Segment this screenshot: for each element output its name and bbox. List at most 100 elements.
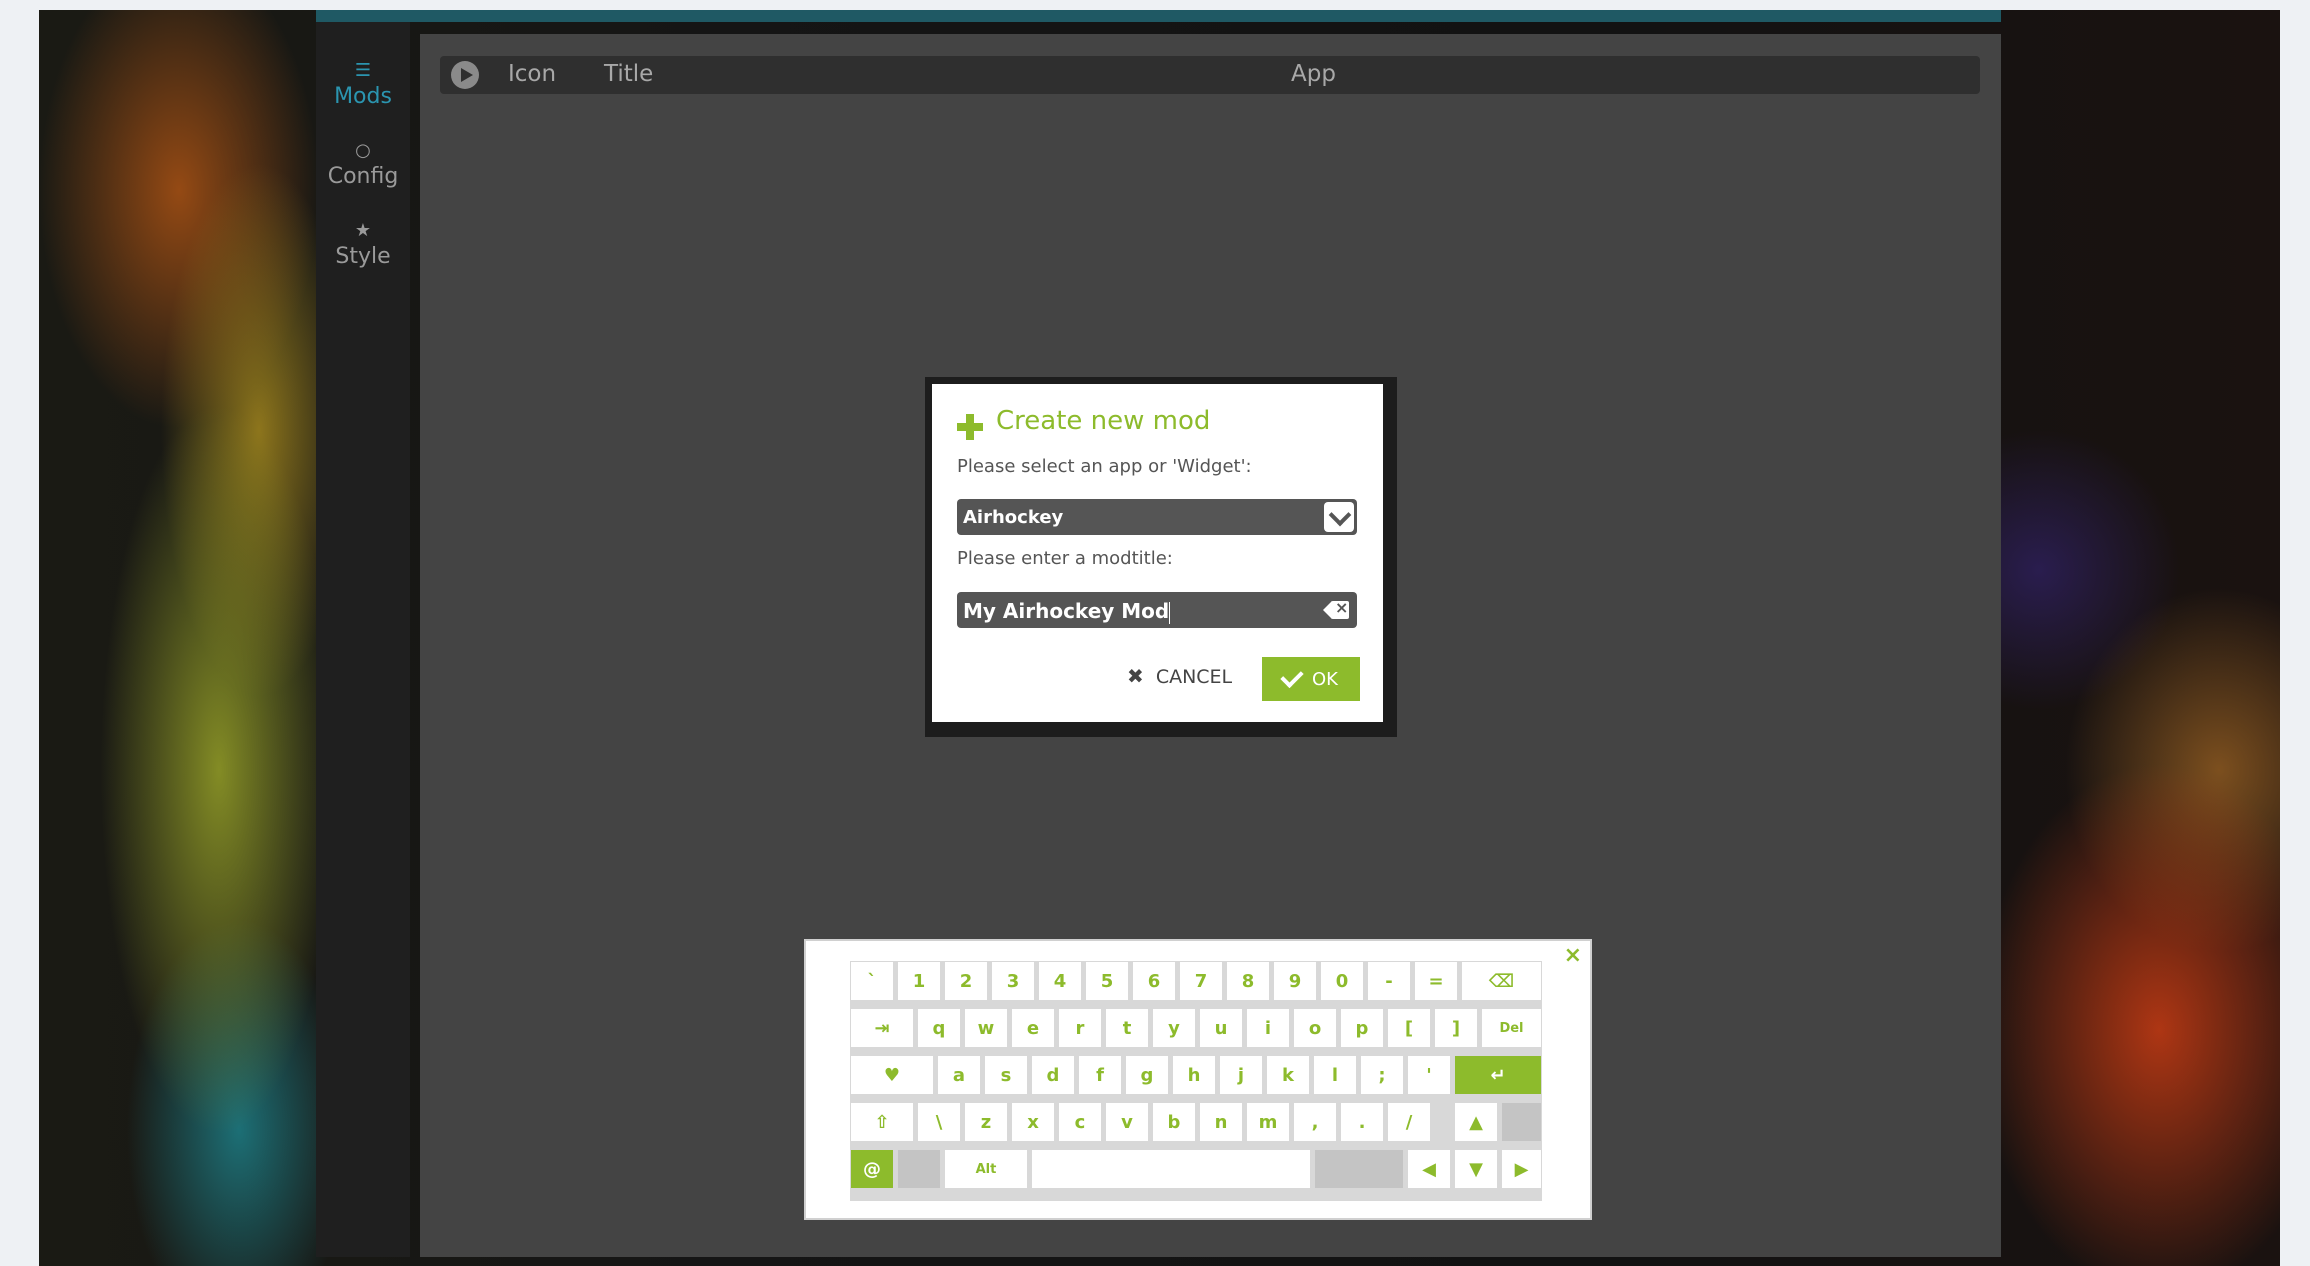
key-blank [1501, 1102, 1542, 1142]
key-right-bracket[interactable]: ] [1434, 1008, 1478, 1048]
key-semicolon[interactable]: ; [1360, 1055, 1404, 1095]
key-q[interactable]: q [917, 1008, 961, 1048]
key-h[interactable]: h [1172, 1055, 1216, 1095]
sidebar-item-style[interactable]: ★ Style [316, 220, 410, 269]
arrow-right-icon[interactable]: ▶ [1501, 1149, 1542, 1189]
key-z[interactable]: z [964, 1102, 1008, 1142]
key-period[interactable]: . [1340, 1102, 1384, 1142]
key-g[interactable]: g [1125, 1055, 1169, 1095]
key-e[interactable]: e [1011, 1008, 1055, 1048]
app-select[interactable]: Airhockey [957, 499, 1357, 535]
key-a[interactable]: a [937, 1055, 981, 1095]
key-quote[interactable]: ' [1407, 1055, 1451, 1095]
key-6[interactable]: 6 [1132, 961, 1176, 1001]
key-7[interactable]: 7 [1179, 961, 1223, 1001]
enter-icon[interactable]: ↵ [1454, 1055, 1542, 1095]
key-u[interactable]: u [1199, 1008, 1243, 1048]
top-strip [316, 10, 2001, 22]
gear-icon: ○ [355, 140, 371, 161]
sidebar-item-label: Config [327, 164, 399, 189]
key-d[interactable]: d [1031, 1055, 1075, 1095]
virtual-keyboard: × ` 1 2 3 4 5 6 7 8 9 0 - = ⌫ ⇥ q w e r … [804, 939, 1592, 1220]
shift-icon[interactable]: ⇧ [850, 1102, 914, 1142]
cancel-button[interactable]: ✖ CANCEL [1127, 664, 1232, 694]
key-4[interactable]: 4 [1038, 961, 1082, 1001]
key-1[interactable]: 1 [897, 961, 941, 1001]
key-backslash[interactable]: \ [917, 1102, 961, 1142]
sidebar-item-label: Mods [334, 84, 392, 109]
key-minus[interactable]: - [1367, 961, 1411, 1001]
key-backtick[interactable]: ` [850, 961, 894, 1001]
key-9[interactable]: 9 [1273, 961, 1317, 1001]
column-app[interactable]: App [1291, 61, 1336, 87]
arrow-up-icon[interactable]: ▲ [1454, 1102, 1498, 1142]
key-x[interactable]: x [1011, 1102, 1055, 1142]
sidebar-item-mods[interactable]: ☰ Mods [316, 60, 410, 109]
key-blank [1314, 1149, 1404, 1189]
close-keyboard-icon[interactable]: × [1564, 943, 1582, 968]
sidebar: ☰ Mods ○ Config ★ Style [316, 22, 410, 1257]
list-icon: ☰ [354, 60, 372, 81]
play-icon[interactable] [451, 61, 479, 89]
tab-icon[interactable]: ⇥ [850, 1008, 914, 1048]
check-icon [1280, 664, 1304, 689]
key-n[interactable]: n [1199, 1102, 1243, 1142]
key-v[interactable]: v [1105, 1102, 1149, 1142]
key-slash[interactable]: / [1387, 1102, 1431, 1142]
key-equals[interactable]: = [1414, 961, 1458, 1001]
key-t[interactable]: t [1105, 1008, 1149, 1048]
key-left-bracket[interactable]: [ [1387, 1008, 1431, 1048]
arrow-down-icon[interactable]: ▼ [1454, 1149, 1498, 1189]
key-r[interactable]: r [1058, 1008, 1102, 1048]
space-key[interactable] [1031, 1149, 1311, 1189]
key-m[interactable]: m [1246, 1102, 1290, 1142]
keyboard-keys: ` 1 2 3 4 5 6 7 8 9 0 - = ⌫ ⇥ q w e r t … [850, 961, 1542, 1201]
ok-button[interactable]: OK [1262, 657, 1360, 701]
key-blank [897, 1149, 941, 1189]
arrow-left-icon[interactable]: ◀ [1407, 1149, 1451, 1189]
key-i[interactable]: i [1246, 1008, 1290, 1048]
key-l[interactable]: l [1313, 1055, 1357, 1095]
table-header: Icon Title App [440, 56, 1980, 94]
at-key[interactable]: @ [850, 1149, 894, 1189]
dialog-title: Create new mod [996, 406, 1211, 436]
app-select-value: Airhockey [963, 507, 1064, 528]
cancel-label: CANCEL [1155, 666, 1233, 688]
column-icon[interactable]: Icon [508, 61, 556, 87]
key-c[interactable]: c [1058, 1102, 1102, 1142]
key-2[interactable]: 2 [944, 961, 988, 1001]
key-j[interactable]: j [1219, 1055, 1263, 1095]
key-w[interactable]: w [964, 1008, 1008, 1048]
clear-input-icon[interactable]: × [1323, 598, 1349, 619]
heart-icon[interactable]: ♥ [850, 1055, 934, 1095]
sidebar-item-config[interactable]: ○ Config [316, 140, 410, 189]
key-y[interactable]: y [1152, 1008, 1196, 1048]
key-b[interactable]: b [1152, 1102, 1196, 1142]
key-3[interactable]: 3 [991, 961, 1035, 1001]
key-k[interactable]: k [1266, 1055, 1310, 1095]
key-8[interactable]: 8 [1226, 961, 1270, 1001]
key-comma[interactable]: , [1293, 1102, 1337, 1142]
desktop-background: ☰ Mods ○ Config ★ Style Icon Title App C… [39, 10, 2280, 1266]
plus-icon [957, 414, 983, 440]
star-icon: ★ [354, 220, 372, 241]
chevron-down-icon[interactable] [1324, 502, 1354, 532]
close-icon: ✖ [1127, 664, 1144, 688]
key-delete[interactable]: Del [1481, 1008, 1542, 1048]
ok-label: OK [1312, 669, 1338, 690]
text-caret [1169, 601, 1171, 624]
modtitle-value: My Airhockey Mod [963, 599, 1170, 623]
key-0[interactable]: 0 [1320, 961, 1364, 1001]
key-s[interactable]: s [984, 1055, 1028, 1095]
modtitle-input[interactable]: My Airhockey Mod × [957, 592, 1357, 628]
alt-key[interactable]: Alt [944, 1149, 1028, 1189]
key-5[interactable]: 5 [1085, 961, 1129, 1001]
select-label: Please select an app or 'Widget': [957, 456, 1252, 477]
key-o[interactable]: o [1293, 1008, 1337, 1048]
backspace-icon[interactable]: ⌫ [1461, 961, 1542, 1001]
modtitle-label: Please enter a modtitle: [957, 548, 1173, 569]
key-f[interactable]: f [1078, 1055, 1122, 1095]
sidebar-item-label: Style [335, 244, 391, 269]
column-title[interactable]: Title [604, 61, 653, 87]
key-p[interactable]: p [1340, 1008, 1384, 1048]
